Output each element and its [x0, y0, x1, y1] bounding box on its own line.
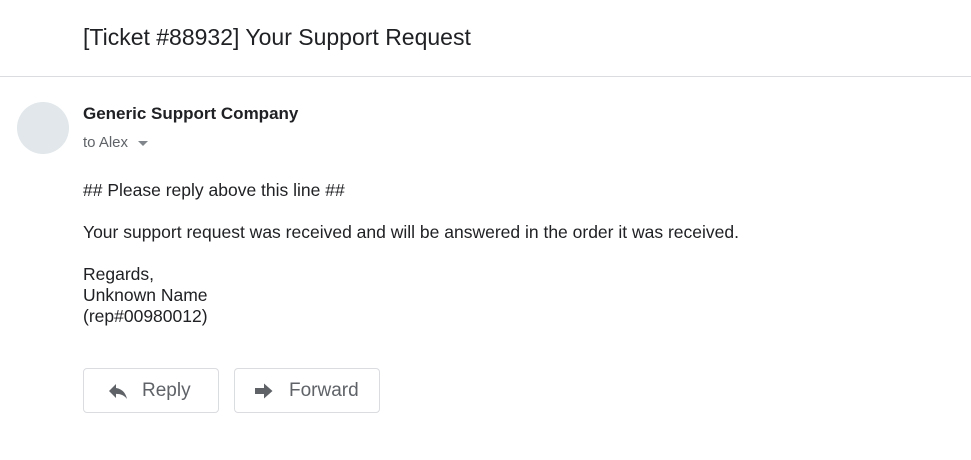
reply-button[interactable]: Reply — [83, 368, 219, 413]
signature-line: Unknown Name — [83, 285, 208, 305]
forward-button[interactable]: Forward — [234, 368, 380, 413]
email-subject: [Ticket #88932] Your Support Request — [83, 24, 471, 50]
signature-line: Regards, — [83, 264, 155, 284]
reply-arrow-icon — [106, 379, 130, 403]
subject-bar: [Ticket #88932] Your Support Request — [0, 0, 971, 77]
sender-name: Generic Support Company — [83, 104, 299, 123]
recipient-label: to Alex — [83, 133, 129, 151]
forward-arrow-icon — [252, 379, 276, 403]
signature-block: Regards, Unknown Name (rep#00980012) — [83, 264, 208, 327]
reply-marker-line: ## Please reply above this line ## — [83, 180, 345, 200]
chevron-down-icon[interactable] — [138, 140, 149, 146]
sender-avatar — [17, 102, 69, 154]
signature-line: (rep#00980012) — [83, 306, 208, 326]
body-paragraph: Your support request was received and wi… — [83, 222, 739, 242]
recipient-details-toggle[interactable]: to Alex — [83, 132, 149, 152]
forward-button-label: Forward — [289, 379, 359, 401]
reply-button-label: Reply — [142, 379, 191, 401]
